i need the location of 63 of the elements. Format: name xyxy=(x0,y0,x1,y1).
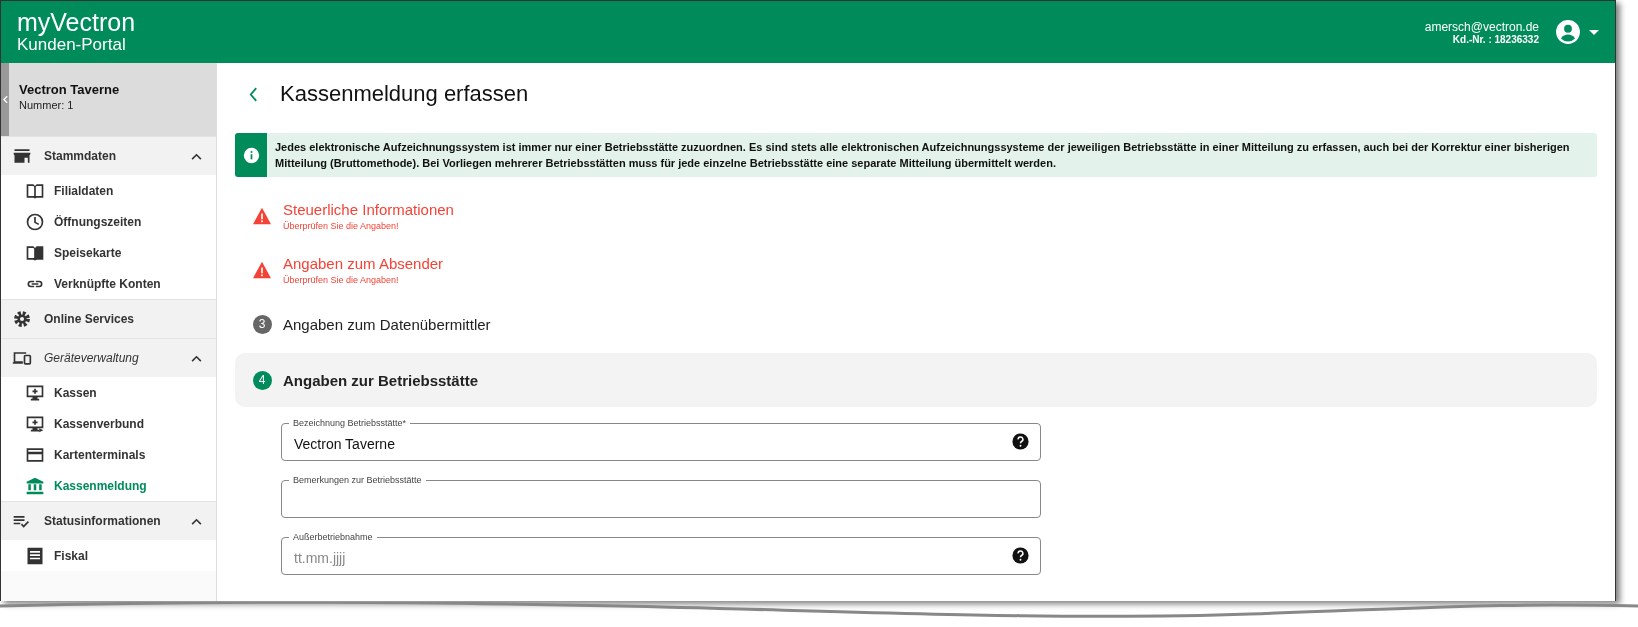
step-error-message: Überprüfen Sie die Angaben! xyxy=(283,275,400,285)
store-icon xyxy=(12,146,32,166)
nav-item-label: Kassenmeldung xyxy=(54,478,147,493)
portal-subtitle: Kunden-Portal xyxy=(17,35,127,55)
nav-group-label: Stammdaten xyxy=(44,149,118,163)
nav-item-label: Verknüpfte Konten xyxy=(54,276,161,291)
help-icon[interactable] xyxy=(1012,433,1029,450)
nav-group-label: Statusinformationen xyxy=(44,514,162,528)
info-icon xyxy=(242,146,260,164)
help-icon[interactable] xyxy=(1012,547,1029,564)
nav-item[interactable]: Verknüpfte Konten xyxy=(1,268,216,299)
user-email: amersch@vectron.de xyxy=(1424,19,1539,34)
stepper-step[interactable]: Angaben zum Absender Überprüfen Sie die Angaben! xyxy=(235,243,1597,297)
bank-icon xyxy=(25,475,45,496)
nav-group[interactable]: Stammdaten xyxy=(1,136,216,175)
dropdown-caret-icon[interactable] xyxy=(1589,29,1599,35)
info-message: Jedes elektronische Aufzeichnungssystem ist immer nur einer Betriebsstätte zuzuordnen. Es sind stets alle elektronischen Aufzeichnungssysteme der jeweiligen Betriebsstätte in einer Mitteilung zu erfassen, auch bei der Korrektur einer bisherigen Mitteilung (Bruttomethode). Bei Vorliegen mehrerer Betriebsstätten muss für jede einzelne Betriebsstätte eine separate Mitteilung übermittelt werden. xyxy=(274,140,1571,171)
step-title: Angaben zur Betriebsstätte xyxy=(283,371,479,389)
field-label: Bemerkungen zur Betriebsstätte xyxy=(289,474,426,486)
gear-icon xyxy=(12,309,32,329)
stepper-step[interactable]: 4 Angaben zur Betriebsstätte xyxy=(235,353,1597,407)
nav-item[interactable]: Kartenterminals xyxy=(1,439,216,470)
nav-item[interactable]: Kassen xyxy=(1,377,216,408)
step-number: 3 xyxy=(252,314,272,334)
logo-text: myVectron xyxy=(17,9,136,35)
store-name: Vectron Taverne xyxy=(19,82,120,97)
nav-item[interactable]: Fiskal xyxy=(1,540,216,571)
nav-item[interactable]: Kassenverbund xyxy=(1,408,216,439)
customer-number: Kd.-Nr. : 18236332 xyxy=(1452,33,1539,45)
nav-group[interactable]: Geräteverwaltung xyxy=(1,338,216,377)
store-number: Nummer: 1 xyxy=(19,99,75,111)
nav-item[interactable]: Öffnungszeiten xyxy=(1,206,216,237)
stepper-step[interactable]: Steuerliche Informationen Überprüfen Sie die Angaben! xyxy=(235,189,1597,243)
collapse-handle[interactable] xyxy=(1,63,9,136)
nav-item-label: Speisekarte xyxy=(54,245,122,260)
page-title: Kassenmeldung erfassen xyxy=(280,81,529,107)
nav-item-label: Öffnungszeiten xyxy=(54,214,142,229)
clock-icon xyxy=(25,211,45,232)
step-number: 4 xyxy=(252,370,272,390)
nav-item-label: Kassen xyxy=(54,385,97,400)
nav-item-label: Filialdaten xyxy=(54,183,114,198)
stepper-step[interactable]: 3 Angaben zum Datenübermittler xyxy=(235,297,1597,351)
step-title: Angaben zum Datenübermittler xyxy=(283,315,491,333)
field-label: Bezeichnung Betriebsstätte* xyxy=(289,417,411,429)
nav-group[interactable]: Online Services xyxy=(1,299,216,338)
field-label: Außerbetriebnahme xyxy=(289,531,377,543)
step-error-message: Überprüfen Sie die Angaben! xyxy=(283,221,400,231)
step-title: Angaben zum Absender xyxy=(283,255,444,272)
account-icon[interactable] xyxy=(1555,19,1581,45)
warning-icon xyxy=(252,261,272,279)
nav-item-label: Kartenterminals xyxy=(54,447,146,462)
step-title: Steuerliche Informationen xyxy=(283,201,454,218)
nav-item[interactable]: Filialdaten xyxy=(1,175,216,206)
nav-group[interactable]: Statusinformationen xyxy=(1,501,216,540)
chevron-left-icon xyxy=(2,95,8,104)
nav-item[interactable]: Speisekarte xyxy=(1,237,216,268)
nav-group-label: Geräteverwaltung xyxy=(44,351,140,365)
nav-item-label: Fiskal xyxy=(54,548,89,563)
warning-icon xyxy=(252,207,272,225)
doc-icon xyxy=(25,545,45,566)
nav-item-label: Kassenverbund xyxy=(54,416,145,431)
nav-item[interactable]: Kassenmeldung xyxy=(1,470,216,501)
nav-group-label: Online Services xyxy=(44,312,136,326)
